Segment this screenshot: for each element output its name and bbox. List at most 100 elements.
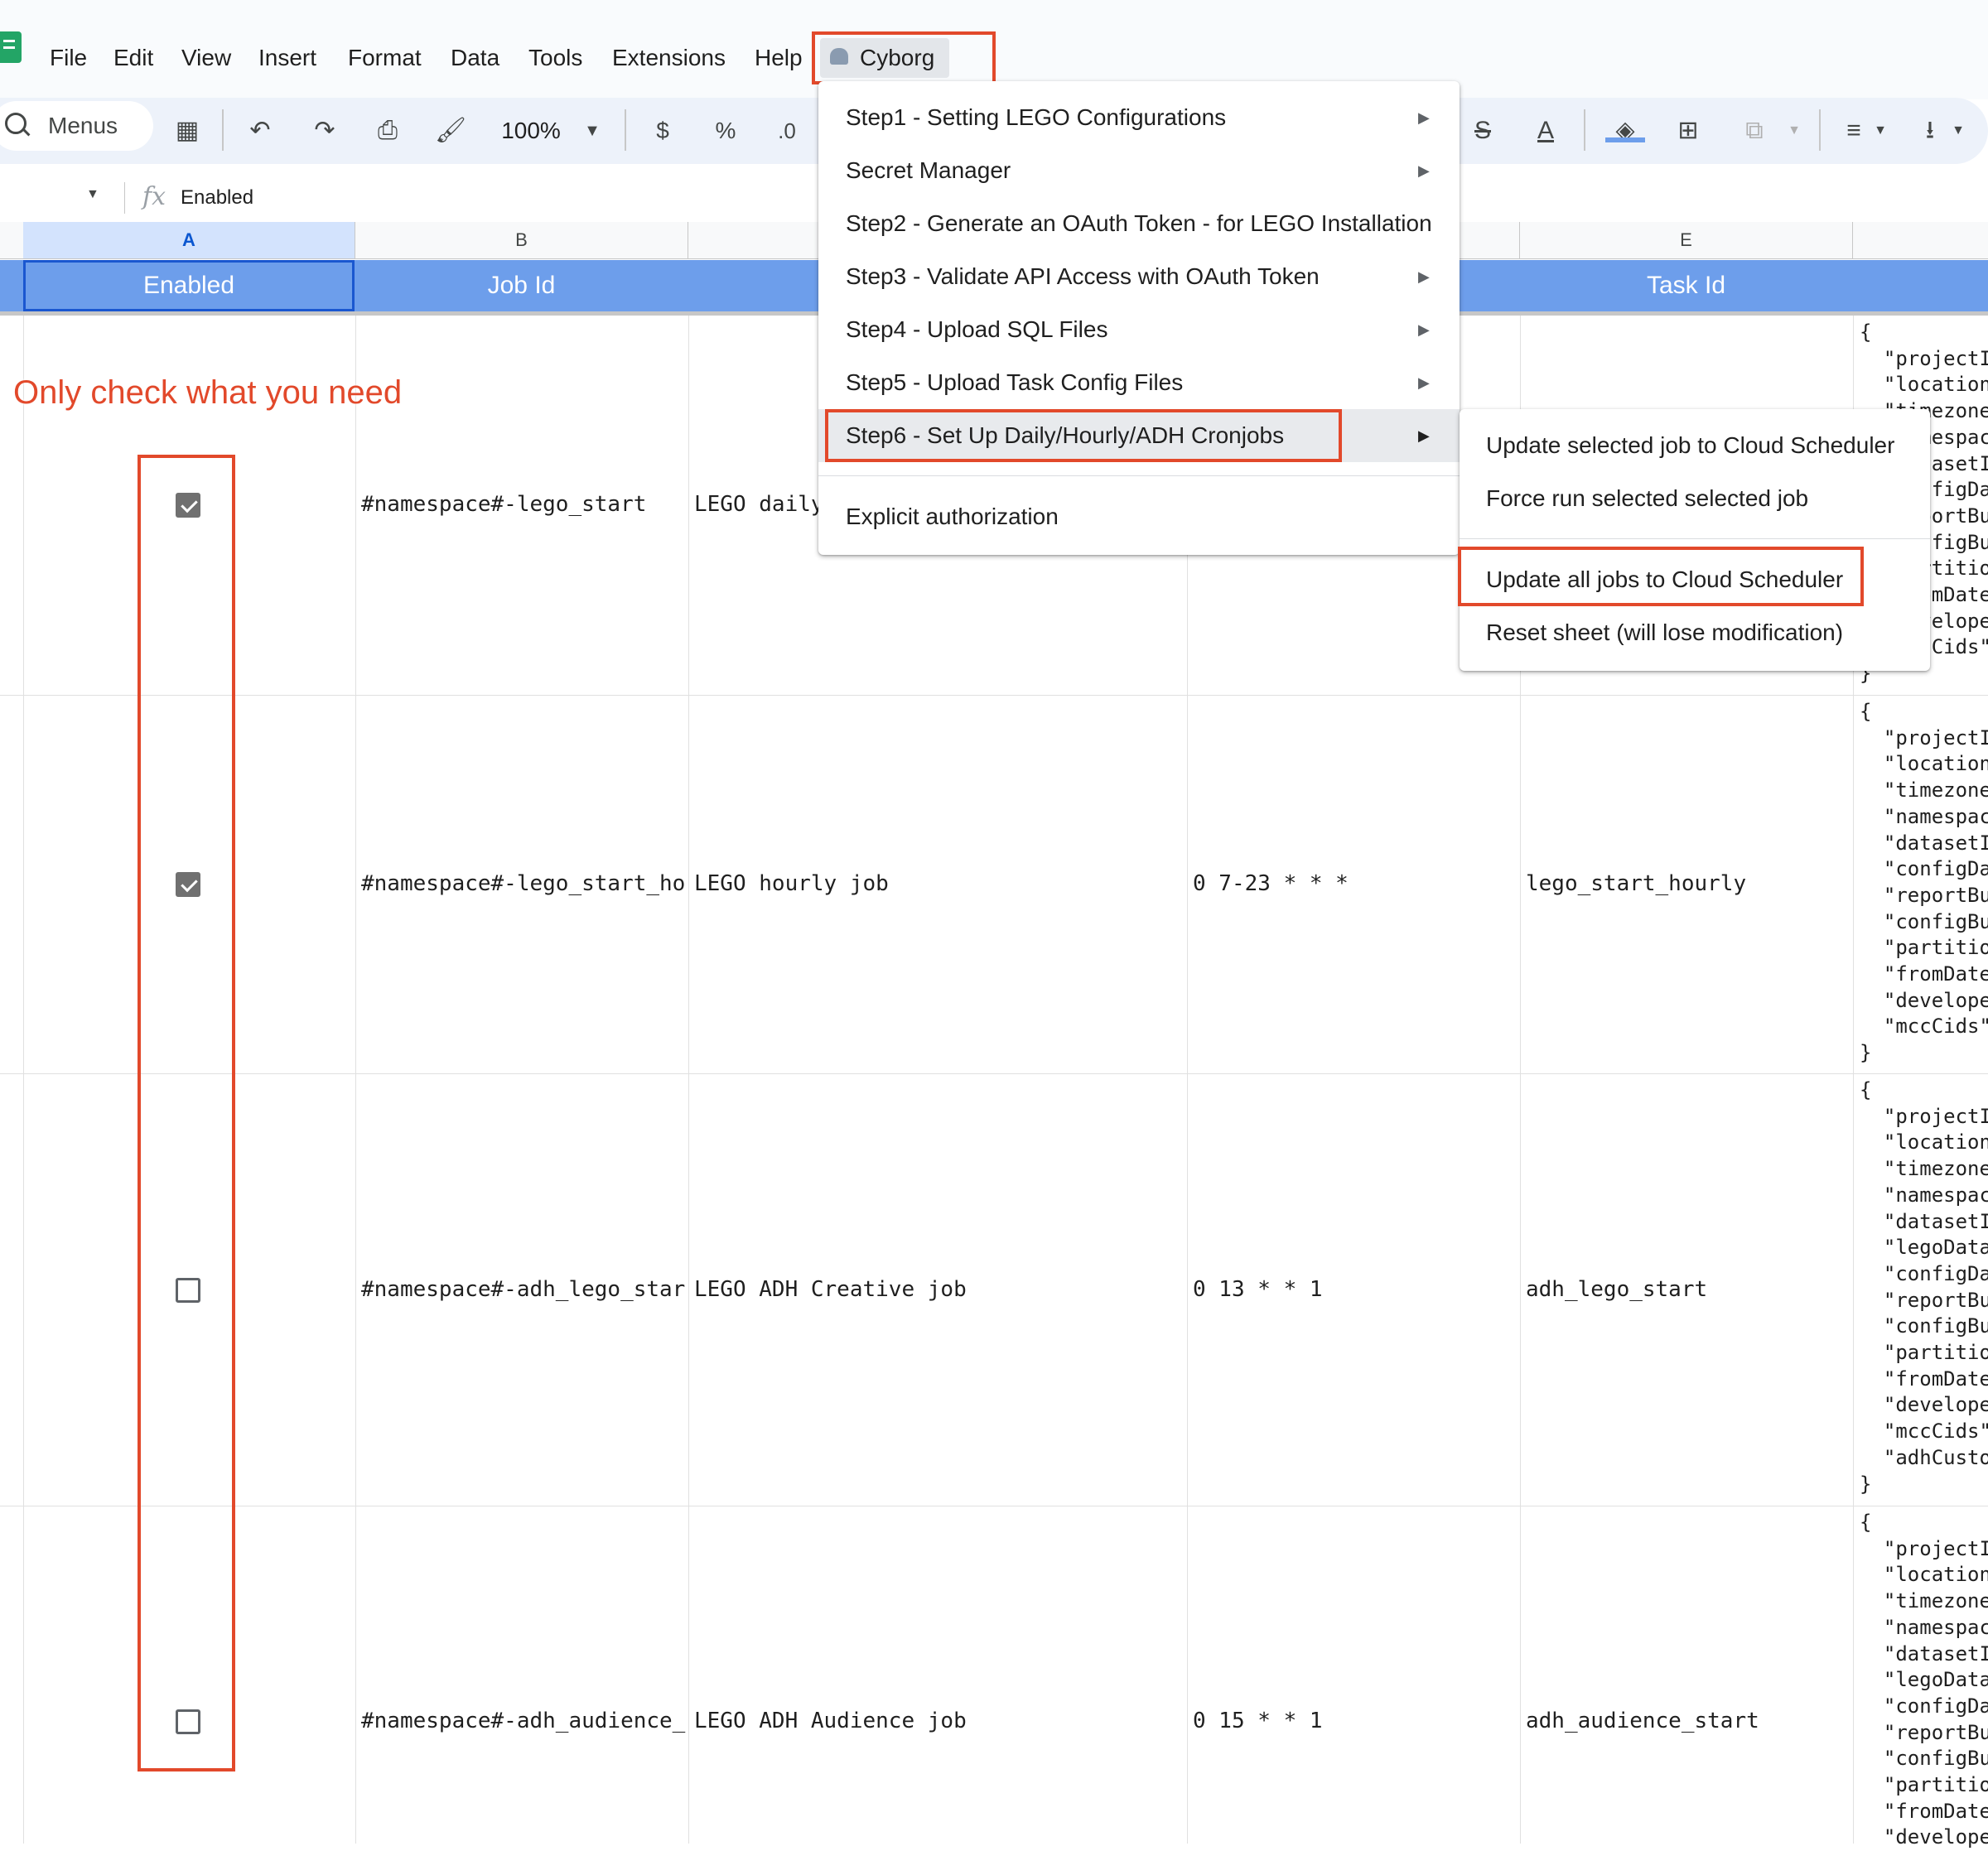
menu-data[interactable]: Data bbox=[451, 41, 499, 75]
submenu-arrow-icon: ▶ bbox=[1418, 268, 1430, 285]
menu-item-explicit-authorization[interactable]: Explicit authorization bbox=[818, 490, 1460, 543]
submenu-update-selected-job[interactable]: Update selected job to Cloud Scheduler bbox=[1460, 419, 1930, 472]
select-all-corner[interactable] bbox=[0, 222, 24, 258]
menu-help[interactable]: Help bbox=[755, 41, 803, 75]
toolbar-separator bbox=[1819, 109, 1821, 151]
menu-format[interactable]: Format bbox=[348, 41, 422, 75]
menu-insert[interactable]: Insert bbox=[258, 41, 316, 75]
config-json-cell[interactable]: { "projectI "location "timezone "namespa… bbox=[1860, 699, 1988, 1067]
menu-item-label: Step3 - Validate API Access with OAuth T… bbox=[846, 263, 1320, 289]
description-cell[interactable]: LEGO ADH Creative job bbox=[694, 1277, 1183, 1302]
menu-view[interactable]: View bbox=[181, 41, 231, 75]
grid-line bbox=[0, 695, 1988, 696]
menu-tools[interactable]: Tools bbox=[528, 41, 582, 75]
undo-icon[interactable]: ↶ bbox=[245, 113, 275, 149]
menu-item-label: Step2 - Generate an OAuth Token - for LE… bbox=[846, 210, 1432, 236]
menu-item-label: Force run selected selected job bbox=[1486, 485, 1809, 511]
grid-line bbox=[688, 316, 689, 1844]
highlight-cyborg-menu bbox=[812, 31, 996, 84]
menu-item-label: Reset sheet (will lose modification) bbox=[1486, 619, 1844, 645]
menu-item-secret-manager[interactable]: Secret Manager ▶ bbox=[818, 144, 1460, 197]
menu-item-label: Step1 - Setting LEGO Configurations bbox=[846, 104, 1227, 130]
decrease-decimal-button[interactable]: .0 bbox=[770, 113, 803, 149]
submenu-arrow-icon: ▶ bbox=[1418, 162, 1430, 179]
search-menus-label: Menus bbox=[48, 113, 118, 138]
formula-input[interactable]: Enabled bbox=[181, 184, 253, 212]
header-job-id-cell[interactable]: Job Id bbox=[355, 260, 688, 311]
chevron-down-icon[interactable]: ▼ bbox=[1948, 113, 1968, 149]
chevron-down-icon[interactable]: ▼ bbox=[580, 113, 605, 149]
submenu-arrow-icon: ▶ bbox=[1418, 427, 1430, 444]
cyborg-dropdown-menu: Step1 - Setting LEGO Configurations ▶ Se… bbox=[818, 81, 1460, 555]
chevron-down-icon[interactable]: ▼ bbox=[86, 187, 99, 202]
fill-color-swatch bbox=[1605, 137, 1645, 142]
header-enabled-cell[interactable]: Enabled bbox=[23, 260, 355, 311]
submenu-force-run-selected-job[interactable]: Force run selected selected job bbox=[1460, 472, 1930, 525]
borders-icon[interactable]: ⊞ bbox=[1672, 113, 1705, 149]
menu-item-step4[interactable]: Step4 - Upload SQL Files ▶ bbox=[818, 303, 1460, 356]
description-cell[interactable]: LEGO hourly job bbox=[694, 871, 1183, 896]
text-color-icon[interactable]: A bbox=[1531, 113, 1561, 149]
menu-item-label: Explicit authorization bbox=[846, 504, 1059, 529]
merge-cells-icon[interactable]: ⧉ bbox=[1738, 113, 1771, 149]
toolbar-separator bbox=[222, 109, 224, 151]
horizontal-align-icon[interactable]: ≡ bbox=[1837, 113, 1870, 149]
job-id-cell[interactable]: #namespace#-adh_audience_st bbox=[361, 1709, 686, 1733]
fill-color-icon[interactable]: ◈ bbox=[1607, 113, 1643, 149]
task-id-cell[interactable]: adh_lego_start bbox=[1526, 1277, 1849, 1302]
menu-divider bbox=[1460, 538, 1930, 539]
config-json-cell[interactable]: { "projectI "location "timezone "namespa… bbox=[1860, 1510, 1988, 1851]
paint-format-icon[interactable]: 🖌 bbox=[434, 113, 467, 149]
header-task-id-cell[interactable]: Task Id bbox=[1520, 260, 1852, 311]
vertical-align-icon[interactable]: ⭳ bbox=[1913, 113, 1947, 149]
schedule-cell[interactable]: 0 15 * * 1 bbox=[1193, 1709, 1516, 1733]
menu-item-step1[interactable]: Step1 - Setting LEGO Configurations ▶ bbox=[818, 91, 1460, 144]
task-id-cell[interactable]: adh_audience_start bbox=[1526, 1709, 1849, 1733]
menu-item-label: Update selected job to Cloud Scheduler bbox=[1486, 432, 1895, 458]
toolbar-separator bbox=[625, 109, 626, 151]
grid-line bbox=[23, 316, 24, 1844]
menu-extensions[interactable]: Extensions bbox=[612, 41, 726, 75]
calendar-table-icon[interactable]: ▦ bbox=[172, 113, 202, 149]
highlight-checkbox-column bbox=[138, 455, 235, 1771]
submenu-reset-sheet[interactable]: Reset sheet (will lose modification) bbox=[1460, 606, 1930, 659]
job-id-cell[interactable]: #namespace#-lego_start_hour bbox=[361, 871, 686, 896]
toolbar-separator bbox=[1584, 109, 1585, 151]
print-icon[interactable]: ⎙ bbox=[371, 113, 404, 149]
grid-line bbox=[355, 316, 356, 1844]
highlight-step6-item bbox=[825, 409, 1342, 462]
column-header-b[interactable]: B bbox=[355, 222, 688, 258]
search-icon-handle bbox=[22, 128, 31, 137]
submenu-arrow-icon: ▶ bbox=[1418, 374, 1430, 391]
fx-icon: fx bbox=[142, 182, 166, 211]
redo-icon[interactable]: ↷ bbox=[310, 113, 340, 149]
menu-edit[interactable]: Edit bbox=[113, 41, 153, 75]
menu-file[interactable]: File bbox=[50, 41, 87, 75]
menu-item-label: Secret Manager bbox=[846, 157, 1011, 183]
config-json-cell[interactable]: { "projectI "location "timezone "namespa… bbox=[1860, 1077, 1988, 1497]
formula-separator bbox=[124, 182, 125, 214]
currency-format-button[interactable]: $ bbox=[648, 113, 678, 149]
menu-item-step2[interactable]: Step2 - Generate an OAuth Token - for LE… bbox=[818, 197, 1460, 250]
submenu-arrow-icon: ▶ bbox=[1418, 109, 1430, 126]
menu-item-step5[interactable]: Step5 - Upload Task Config Files ▶ bbox=[818, 356, 1460, 409]
chevron-down-icon[interactable]: ▼ bbox=[1786, 113, 1802, 149]
description-cell[interactable]: LEGO ADH Audience job bbox=[694, 1709, 1183, 1733]
task-id-cell[interactable]: lego_start_hourly bbox=[1526, 871, 1849, 896]
strikethrough-icon[interactable]: S bbox=[1466, 113, 1499, 149]
job-id-cell[interactable]: #namespace#-adh_lego_start bbox=[361, 1277, 686, 1302]
step6-submenu: Update selected job to Cloud Scheduler F… bbox=[1460, 409, 1930, 671]
schedule-cell[interactable]: 0 13 * * 1 bbox=[1193, 1277, 1516, 1302]
search-menus-input[interactable]: Menus bbox=[0, 101, 153, 151]
menu-item-step3[interactable]: Step3 - Validate API Access with OAuth T… bbox=[818, 250, 1460, 303]
chevron-down-icon[interactable]: ▼ bbox=[1870, 113, 1890, 149]
percent-format-button[interactable]: % bbox=[711, 113, 741, 149]
annotation-note: Only check what you need bbox=[13, 374, 403, 411]
sheets-logo-icon[interactable] bbox=[0, 31, 22, 63]
column-header-a[interactable]: A bbox=[23, 222, 355, 258]
schedule-cell[interactable]: 0 7-23 * * * bbox=[1193, 871, 1516, 896]
job-id-cell[interactable]: #namespace#-lego_start bbox=[361, 492, 686, 517]
zoom-select[interactable]: 100% bbox=[494, 113, 568, 149]
column-header-f[interactable] bbox=[1853, 222, 1988, 258]
column-header-e[interactable]: E bbox=[1520, 222, 1853, 258]
